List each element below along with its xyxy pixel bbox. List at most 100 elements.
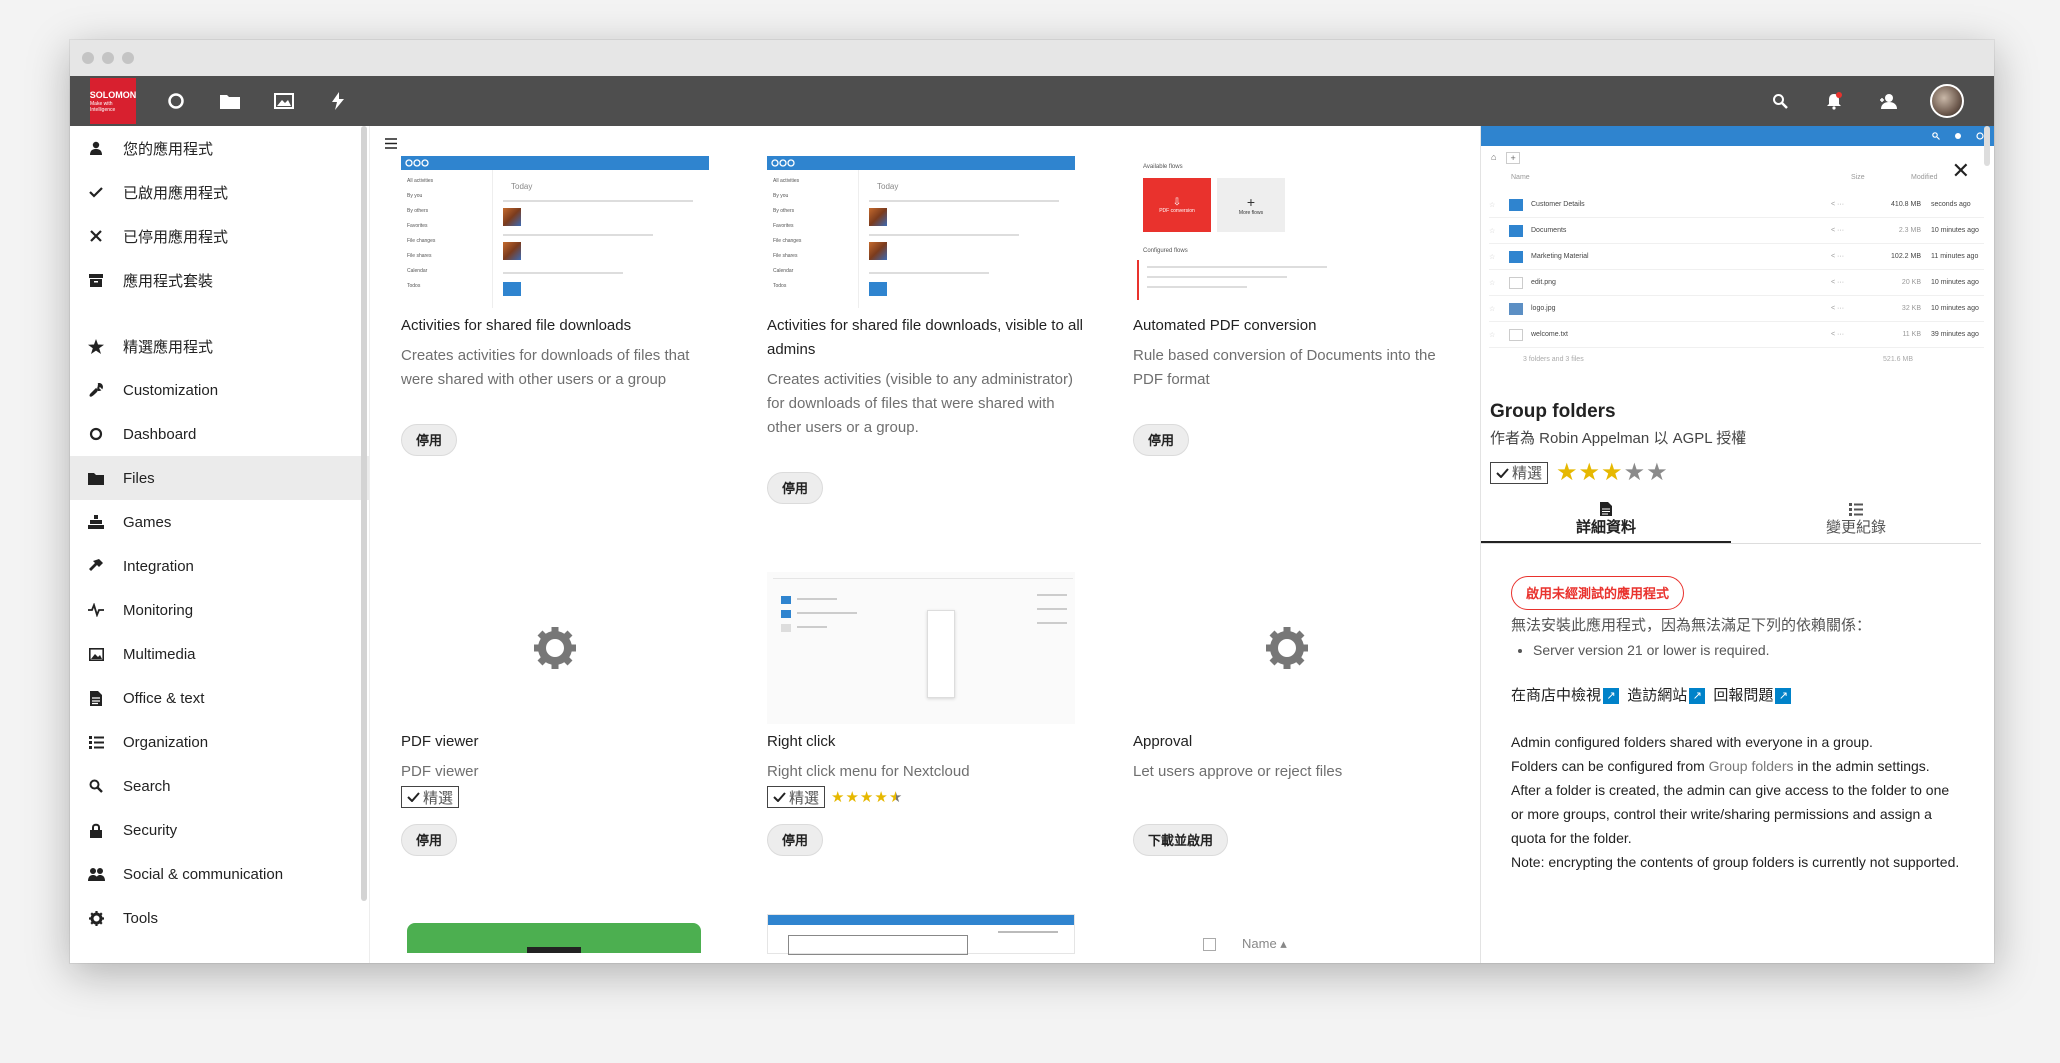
- list-icon: [1849, 503, 1863, 516]
- dashboard-circle-icon: [85, 425, 107, 443]
- logo-tagline: Make with Intelligence: [90, 100, 116, 113]
- app-description: Right click menu for Nextcloud: [767, 763, 970, 780]
- shot-nav-item: Calendar: [773, 268, 794, 274]
- nav-label: 您的應用程式: [123, 140, 214, 158]
- shot-nav-item: File changes: [773, 238, 802, 244]
- nav-your-apps[interactable]: 您的應用程式: [70, 126, 369, 170]
- activity-icon[interactable]: [326, 89, 350, 113]
- app-card[interactable]: Available flows ⇩ PDF conversion + More …: [1133, 156, 1453, 456]
- app-name: Approval: [1133, 733, 1193, 750]
- nav-category-organization[interactable]: Organization: [70, 720, 369, 764]
- app-gear-icon: [1133, 572, 1441, 724]
- featured-label: 精選: [1512, 465, 1543, 482]
- shot-nav-item: Favorites: [407, 223, 428, 229]
- hamburger-menu-icon[interactable]: [385, 136, 397, 154]
- external-link-icon: ↗: [1689, 688, 1706, 705]
- star-icon: [85, 337, 107, 355]
- close-icon[interactable]: ✕: [1952, 158, 1970, 184]
- window-zoom-dot[interactable]: [122, 52, 134, 64]
- visit-website-link[interactable]: 造訪網站 ↗: [1627, 687, 1709, 705]
- photos-icon[interactable]: [272, 89, 296, 113]
- shot-nav-item: Calendar: [407, 268, 428, 274]
- disable-button[interactable]: 停用: [767, 824, 824, 856]
- nav-app-bundles[interactable]: 應用程式套裝: [70, 258, 369, 302]
- app-card[interactable]: All activities By you By others Favorite…: [401, 156, 721, 456]
- files-icon[interactable]: [218, 89, 242, 113]
- document-icon: [1600, 501, 1612, 516]
- nav-label: Social & communication: [123, 865, 284, 883]
- shot-file-mod: 10 minutes ago: [1931, 305, 1979, 312]
- app-card[interactable]: PDF viewer PDF viewer 精選 停用: [401, 572, 721, 856]
- nav-featured-apps[interactable]: 精選應用程式: [70, 324, 369, 368]
- app-card[interactable]: Approval Let users approve or reject fil…: [1133, 572, 1453, 856]
- group-folders-link[interactable]: Group folders: [1709, 758, 1794, 774]
- nav-category-customization[interactable]: Customization: [70, 368, 369, 412]
- nav-category-office-text[interactable]: Office & text: [70, 676, 369, 720]
- app-screenshot-partial: [407, 923, 701, 953]
- shot-file-size: 102.2 MB: [1891, 253, 1921, 260]
- nav-label: 精選應用程式: [123, 338, 214, 356]
- nav-category-integration[interactable]: Integration: [70, 544, 369, 588]
- nav-category-games[interactable]: Games: [70, 500, 369, 544]
- rating-stars: ★★★★★: [831, 789, 904, 806]
- dashboard-icon[interactable]: [164, 89, 188, 113]
- apps-list: All activities By you By others Favorite…: [371, 126, 1479, 963]
- download-enable-button[interactable]: 下載並啟用: [1133, 824, 1229, 856]
- wrench-icon: [85, 381, 107, 399]
- close-icon: [85, 227, 107, 245]
- solomon-logo[interactable]: SOLOMON Make with Intelligence: [90, 78, 136, 124]
- shot-file-mod: 11 minutes ago: [1931, 253, 1979, 260]
- featured-badge: 精選: [767, 786, 826, 808]
- nav-label: Multimedia: [123, 645, 196, 663]
- app-name: Automated PDF conversion: [1133, 317, 1317, 334]
- user-avatar[interactable]: [1930, 84, 1964, 118]
- folder-icon: [85, 469, 107, 487]
- disable-button[interactable]: 停用: [401, 824, 458, 856]
- pulse-icon: [85, 601, 107, 619]
- app-card[interactable]: Right click Right click menu for Nextclo…: [767, 572, 1087, 856]
- disable-button[interactable]: 停用: [1133, 424, 1190, 456]
- disable-button[interactable]: 停用: [767, 472, 824, 504]
- nav-category-search[interactable]: Search: [70, 764, 369, 808]
- nav-category-monitoring[interactable]: Monitoring: [70, 588, 369, 632]
- nav-category-files[interactable]: Files: [70, 456, 369, 500]
- people-icon: [85, 865, 107, 883]
- report-issue-link[interactable]: 回報問題 ↗: [1713, 687, 1795, 705]
- shot-file-mod: seconds ago: [1931, 201, 1971, 208]
- featured-label: 精選: [789, 789, 820, 807]
- window-minimize-dot[interactable]: [102, 52, 114, 64]
- app-screenshot-partial: [767, 914, 1075, 955]
- app-card[interactable]: All activities By you By others Favorite…: [767, 156, 1087, 504]
- shot-file-size: 32 KB: [1901, 305, 1921, 312]
- disable-button[interactable]: 停用: [401, 424, 458, 456]
- nav-category-social[interactable]: Social & communication: [70, 852, 369, 896]
- app-name: PDF viewer: [401, 733, 479, 750]
- shot-name-column: Name: [1242, 936, 1277, 951]
- tab-details[interactable]: 詳細資料: [1481, 497, 1731, 543]
- app-description: Creates activities for downloads of file…: [401, 347, 690, 388]
- nav-category-security[interactable]: Security: [70, 808, 369, 852]
- top-header: SOLOMON Make with Intelligence: [70, 76, 1994, 126]
- nav-category-tools[interactable]: Tools: [70, 896, 369, 940]
- nav-category-multimedia[interactable]: Multimedia: [70, 632, 369, 676]
- window-close-dot[interactable]: [82, 52, 94, 64]
- shot-file-size: 11 KB: [1902, 331, 1921, 338]
- nav-label: Search: [123, 777, 171, 795]
- tab-changelog[interactable]: 變更紀錄: [1731, 497, 1981, 543]
- search-icon[interactable]: [1768, 89, 1792, 113]
- shot-file-name: Marketing Material: [1531, 253, 1589, 260]
- enable-untested-button[interactable]: 啟用未經測試的應用程式: [1511, 576, 1685, 610]
- sidebar-scrollbar[interactable]: [361, 126, 367, 901]
- app-links: 在商店中檢視 ↗ 造訪網站 ↗ 回報問題 ↗: [1511, 684, 1964, 708]
- contacts-icon[interactable]: [1876, 89, 1900, 113]
- notifications-icon[interactable]: [1822, 89, 1846, 113]
- nav-category-dashboard[interactable]: Dashboard: [70, 412, 369, 456]
- nav-disabled-apps[interactable]: 已停用應用程式: [70, 214, 369, 258]
- nav-enabled-apps[interactable]: 已啟用應用程式: [70, 170, 369, 214]
- view-in-store-link[interactable]: 在商店中檢視 ↗: [1511, 687, 1623, 705]
- image-icon: [85, 645, 107, 663]
- shot-nav-item: File changes: [407, 238, 436, 244]
- app-screenshot: All activities By you By others Favorite…: [767, 156, 1075, 308]
- shot-card2-label: More flows: [1238, 210, 1264, 216]
- app-title: Group folders: [1490, 401, 1616, 422]
